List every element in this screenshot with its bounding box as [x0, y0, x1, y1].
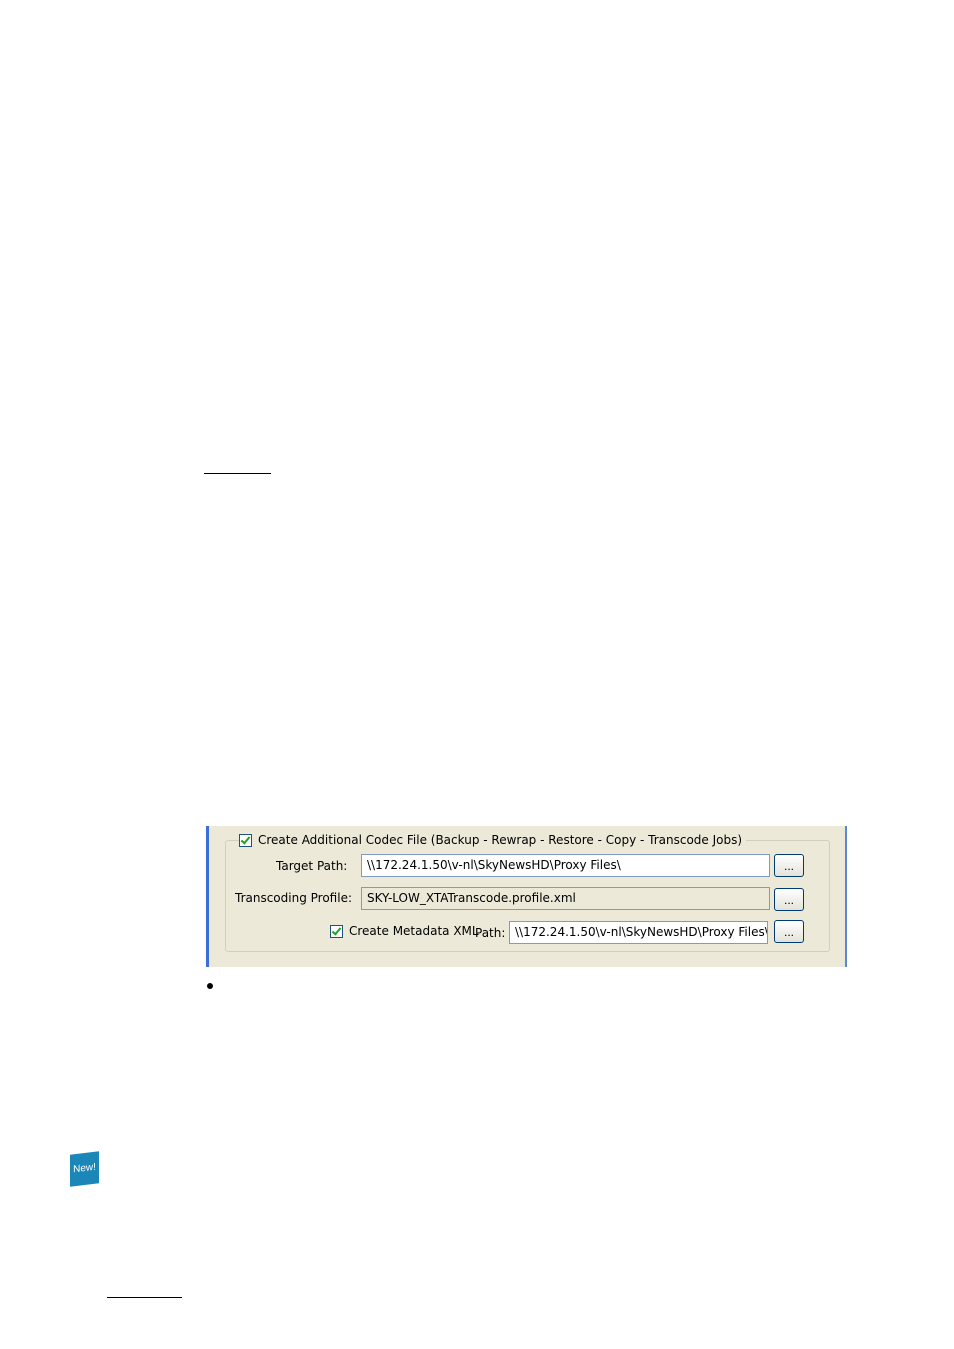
create-metadata-row[interactable]: Create Metadata XML: [330, 924, 479, 938]
transcoding-profile-browse-button[interactable]: ...: [774, 888, 804, 911]
bullet-point: [207, 983, 213, 989]
create-codec-file-label: Create Additional Codec File (Backup - R…: [258, 833, 743, 847]
top-link-underline: [204, 473, 271, 474]
metadata-path-field[interactable]: \\172.24.1.50\v-nl\SkyNewsHD\Proxy Files…: [509, 921, 768, 944]
target-path-field[interactable]: \\172.24.1.50\v-nl\SkyNewsHD\Proxy Files…: [361, 854, 770, 877]
transcoding-profile-field[interactable]: SKY-LOW_XTATranscode.profile.xml: [361, 887, 770, 910]
target-path-label: Target Path:: [276, 859, 348, 873]
metadata-path-browse-button[interactable]: ...: [774, 920, 804, 943]
footnote-separator: [107, 1297, 182, 1298]
metadata-path-label: Path:: [475, 926, 506, 940]
target-path-browse-button[interactable]: ...: [774, 854, 804, 877]
create-codec-file-checkbox[interactable]: [239, 833, 252, 847]
codec-settings-panel: Create Additional Codec File (Backup - R…: [206, 826, 847, 967]
create-metadata-checkbox[interactable]: [330, 924, 343, 938]
create-metadata-label: Create Metadata XML: [349, 924, 479, 938]
new-badge: New!: [70, 1151, 99, 1187]
codec-file-legend[interactable]: Create Additional Codec File (Backup - R…: [239, 830, 747, 850]
transcoding-profile-label: Transcoding Profile:: [235, 891, 352, 905]
